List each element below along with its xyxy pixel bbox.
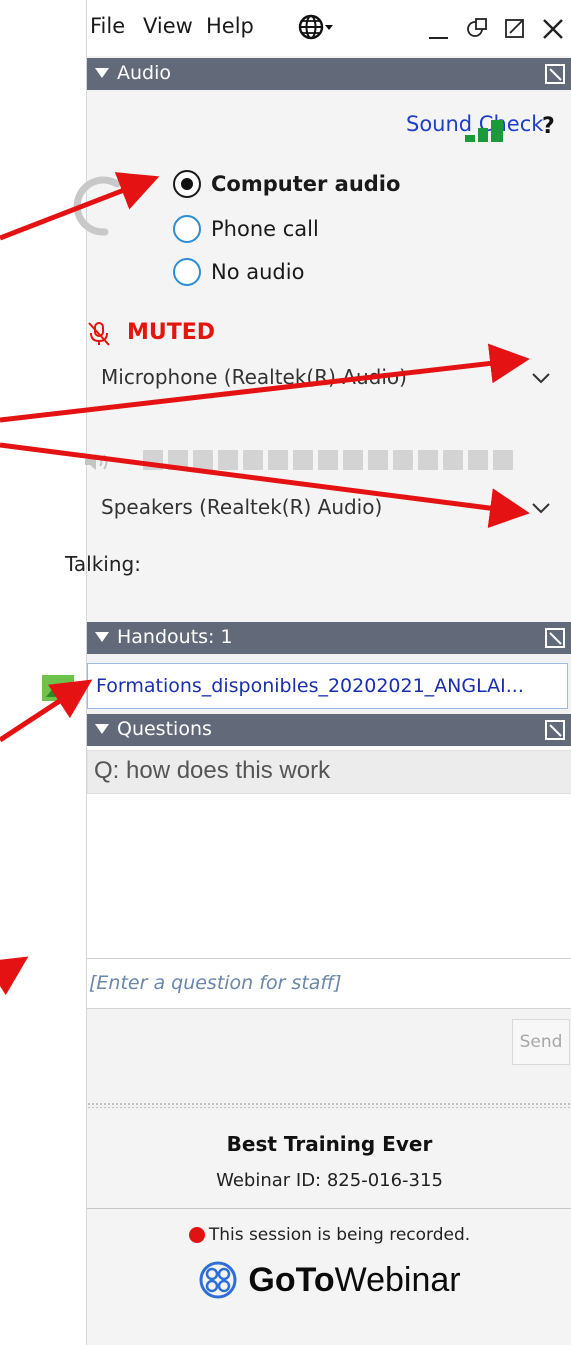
signal-strength-icon	[465, 120, 503, 142]
level-segment	[368, 450, 388, 470]
speakers-select-value: Speakers (Realtek(R) Audio)	[101, 495, 383, 519]
question-text: Q: how does this work	[94, 757, 331, 784]
section-popout-icon[interactable]	[544, 719, 566, 741]
recording-notice: This session is being recorded.	[87, 1225, 571, 1245]
gotowebinar-control-panel: File View Help Audio Sound Check ? Compu…	[0, 0, 571, 1345]
speaker-volume-icon	[85, 454, 108, 470]
divider	[87, 1208, 571, 1209]
radio-label: Phone call	[211, 217, 319, 241]
handouts-section-title: Handouts: 1	[117, 626, 233, 648]
level-segment	[468, 450, 488, 470]
microphone-select-value: Microphone (Realtek(R) Audio)	[101, 365, 407, 389]
popout-icon[interactable]	[502, 12, 528, 42]
level-segment	[293, 450, 313, 470]
talking-label: Talking:	[65, 552, 141, 576]
level-segment	[268, 450, 288, 470]
grab-tab-icon[interactable]	[464, 12, 490, 42]
handout-item[interactable]: Formations_disponibles_20202021_ANGLAI..…	[87, 663, 568, 709]
brand-product: Webinar	[334, 1260, 461, 1299]
radio-computer-audio[interactable]: Computer audio	[173, 170, 400, 198]
collapse-triangle-icon[interactable]	[95, 632, 109, 642]
section-popout-icon[interactable]	[544, 63, 566, 85]
globe-dropdown-icon[interactable]	[298, 13, 334, 41]
level-segment	[393, 450, 413, 470]
level-segment	[243, 450, 263, 470]
radio-label: No audio	[211, 260, 305, 284]
speaker-level-meter	[143, 450, 513, 470]
microphone-muted-icon[interactable]	[87, 321, 111, 347]
recording-dot-icon	[188, 1227, 205, 1243]
chevron-down-icon[interactable]	[531, 500, 551, 516]
level-segment	[318, 450, 338, 470]
webinar-id: Webinar ID: 825-016-315	[216, 1170, 443, 1191]
level-segment	[218, 450, 238, 470]
resize-handle[interactable]	[87, 1102, 571, 1108]
send-bar: Send	[87, 1009, 571, 1108]
send-button[interactable]: Send	[512, 1019, 570, 1065]
level-segment	[193, 450, 213, 470]
radio-no-audio[interactable]: No audio	[173, 258, 304, 286]
window-controls	[426, 12, 566, 42]
handouts-section-header[interactable]: Handouts: 1	[87, 622, 571, 654]
collapse-triangle-icon[interactable]	[95, 68, 109, 78]
collapse-triangle-icon[interactable]	[95, 724, 109, 734]
menu-help[interactable]: Help	[206, 14, 254, 38]
gotowebinar-logo-icon	[199, 1261, 237, 1299]
footer: Best Training Ever Webinar ID: 825-016-3…	[87, 1110, 571, 1345]
webinar-title: Best Training Ever	[226, 1132, 433, 1156]
question-item: Q: how does this work	[87, 750, 571, 794]
connecting-spinner-icon	[73, 176, 121, 236]
radio-button[interactable]	[173, 170, 201, 198]
questions-section-title: Questions	[117, 718, 212, 740]
close-icon[interactable]	[540, 12, 566, 42]
file-image-icon	[42, 675, 74, 701]
handout-file-link[interactable]: Formations_disponibles_20202021_ANGLAI..…	[96, 675, 524, 697]
questions-section-header[interactable]: Questions	[87, 714, 571, 746]
radio-phone-call[interactable]: Phone call	[173, 215, 319, 243]
minimize-icon[interactable]	[426, 12, 452, 42]
chevron-down-icon[interactable]	[531, 370, 551, 386]
muted-status: MUTED	[127, 320, 216, 345]
level-segment	[443, 450, 463, 470]
questions-log: Q: how does this work	[87, 746, 571, 958]
level-segment	[143, 450, 163, 470]
level-segment	[343, 450, 363, 470]
audio-section-title: Audio	[117, 62, 172, 84]
radio-button[interactable]	[173, 215, 201, 243]
gotowebinar-logo: GoTo Webinar	[87, 1260, 571, 1300]
level-segment	[493, 450, 513, 470]
audio-section-header[interactable]: Audio	[87, 58, 571, 90]
radio-label: Computer audio	[211, 172, 401, 196]
level-segment	[168, 450, 188, 470]
menu-bar: File View Help	[87, 0, 571, 56]
section-popout-icon[interactable]	[544, 627, 566, 649]
brand-goto: GoTo	[248, 1260, 335, 1299]
speakers-select[interactable]: Speakers (Realtek(R) Audio)	[87, 490, 557, 528]
menu-file[interactable]: File	[90, 14, 125, 38]
menu-view[interactable]: View	[143, 14, 193, 38]
audio-section: Sound Check ? Computer audio Phone call …	[65, 92, 571, 622]
level-segment	[418, 450, 438, 470]
radio-button[interactable]	[173, 258, 201, 286]
audio-help-button[interactable]: ?	[542, 114, 555, 139]
main-panel: File View Help Audio Sound Check ? Compu…	[65, 0, 571, 1345]
recording-text: This session is being recorded.	[208, 1225, 471, 1245]
microphone-select[interactable]: Microphone (Realtek(R) Audio)	[87, 360, 557, 398]
question-input[interactable]	[87, 971, 557, 995]
